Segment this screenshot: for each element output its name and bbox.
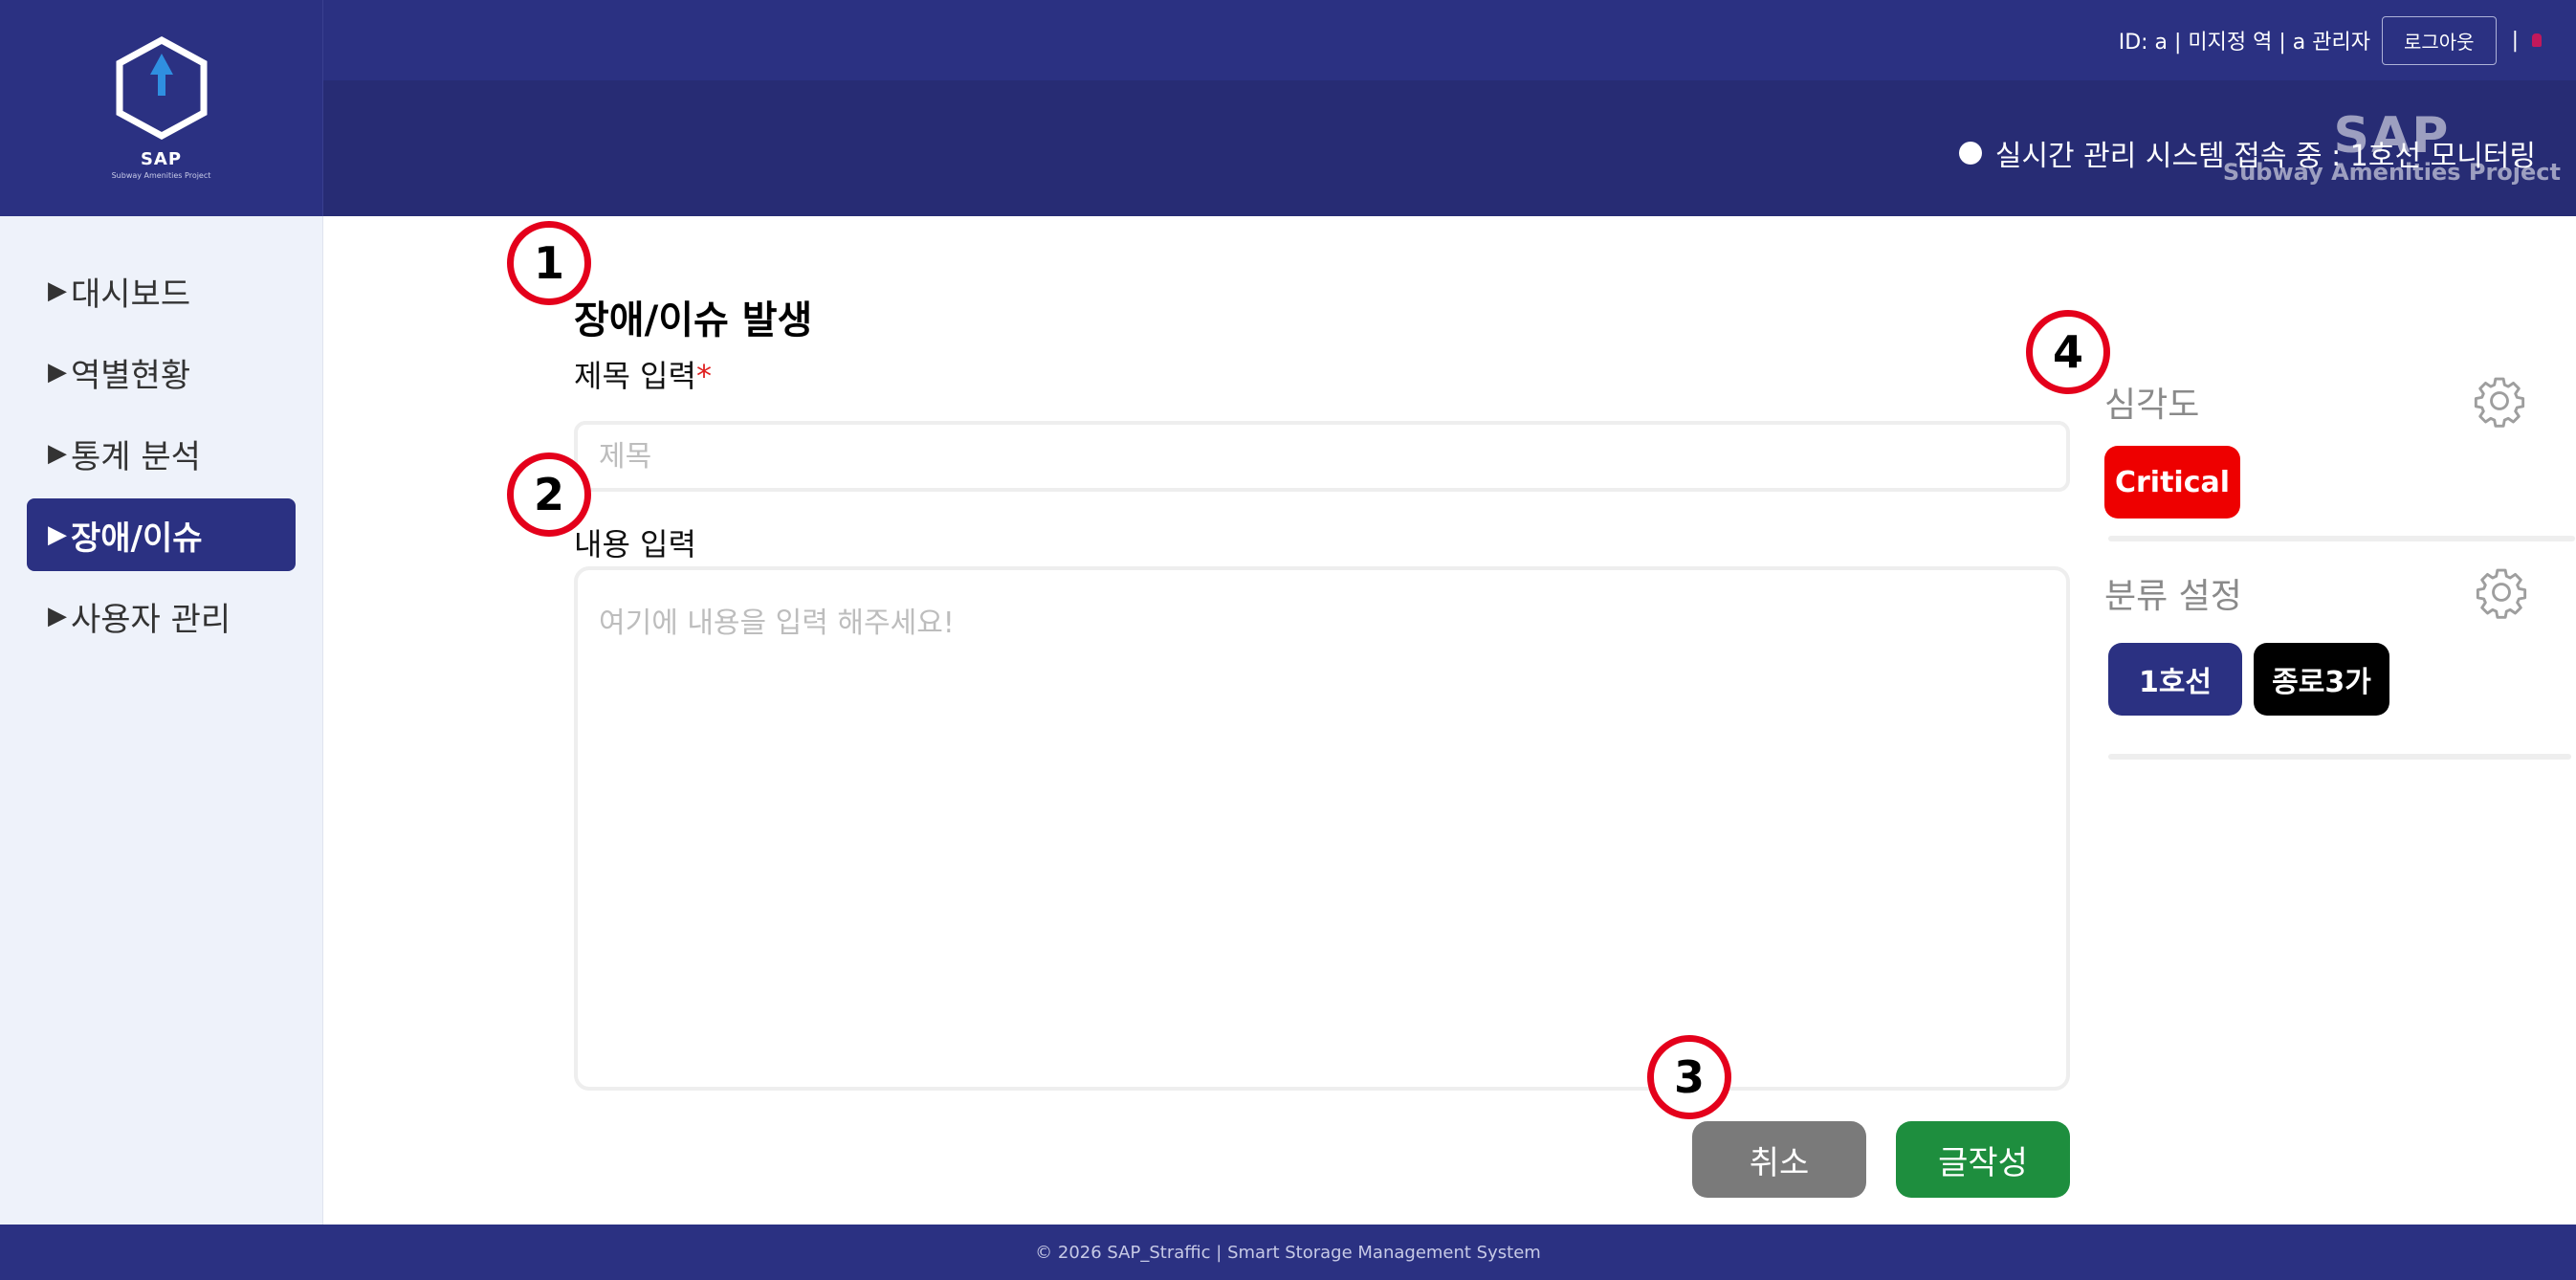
footer: © 2026 SAP_Straffic | Smart Storage Mana… <box>0 1225 2576 1280</box>
main-content: 1 장애/이슈 발생 제목 입력* 2 내용 입력 3 취소 글작성 4 심각도… <box>323 216 2576 1225</box>
category-tag-station[interactable]: 종로3가 <box>2254 643 2389 716</box>
title-label-text: 제목 입력 <box>574 358 696 394</box>
severity-heading: 심각도 <box>2104 386 2200 425</box>
brand-name: SAP <box>140 149 183 169</box>
logout-button[interactable]: 로그아웃 <box>2381 15 2497 65</box>
severity-gear-icon[interactable] <box>2472 373 2527 429</box>
sidebar-item-station-status[interactable]: ▶ 역별현황 <box>27 336 296 408</box>
page-title: 장애/이슈 발생 <box>574 298 813 342</box>
triangle-right-icon: ▶ <box>48 358 67 386</box>
sidebar-item-dashboard[interactable]: ▶ 대시보드 <box>27 254 296 327</box>
top-bar: ID: a | 미지정 역 | a 관리자 로그아웃 | <box>323 0 2576 80</box>
required-mark: * <box>695 358 712 394</box>
status-bar: SAP Subway Amenities Project 실시간 관리 시스템 … <box>323 80 2576 216</box>
topbar-separator: | <box>2511 28 2519 53</box>
submit-button[interactable]: 글작성 <box>1896 1121 2070 1198</box>
sap-logo-icon <box>116 36 207 140</box>
sidebar: ▶ 대시보드 ▶ 역별현황 ▶ 통계 분석 ▶ 장애/이슈 ▶ 사용자 관리 <box>0 216 323 1225</box>
sidebar-item-label: 사용자 관리 <box>71 600 231 639</box>
content-textarea[interactable] <box>574 566 2070 1091</box>
connection-status: 실시간 관리 시스템 접속 중 : 1호선 모니터링 <box>1958 132 2536 174</box>
step-marker-3: 3 <box>1647 1035 1731 1119</box>
triangle-right-icon: ▶ <box>48 602 67 630</box>
footer-text: © 2026 SAP_Straffic | Smart Storage Mana… <box>1035 1242 1541 1263</box>
user-info: ID: a | 미지정 역 | a 관리자 <box>2118 31 2370 55</box>
title-input[interactable] <box>574 421 2070 492</box>
triangle-right-icon: ▶ <box>48 520 67 549</box>
category-heading: 분류 설정 <box>2104 577 2242 616</box>
triangle-right-icon: ▶ <box>48 276 67 305</box>
cancel-button[interactable]: 취소 <box>1692 1121 1866 1198</box>
severity-critical-chip[interactable]: Critical <box>2104 446 2240 519</box>
category-gear-icon[interactable] <box>2474 564 2529 620</box>
user-icon[interactable] <box>2532 33 2542 47</box>
sidebar-item-statistics[interactable]: ▶ 통계 분석 <box>27 417 296 490</box>
status-text: 실시간 관리 시스템 접속 중 : 1호선 모니터링 <box>1994 140 2536 173</box>
sidebar-item-label: 통계 분석 <box>71 437 201 476</box>
sidebar-item-label: 장애/이슈 <box>71 519 203 558</box>
sidebar-item-label: 대시보드 <box>71 275 191 314</box>
sidebar-item-issues[interactable]: ▶ 장애/이슈 <box>27 498 296 571</box>
brand-subtitle: Subway Amenities Project <box>111 171 211 180</box>
content-field-label: 내용 입력 <box>574 526 696 563</box>
triangle-right-icon: ▶ <box>48 439 67 468</box>
panel-divider <box>2108 536 2575 541</box>
panel-divider <box>2108 754 2571 760</box>
sidebar-item-user-management[interactable]: ▶ 사용자 관리 <box>27 580 296 652</box>
status-dot-icon <box>1958 142 1982 165</box>
title-field-label: 제목 입력* <box>574 352 712 396</box>
category-tag-line[interactable]: 1호선 <box>2108 643 2242 716</box>
logo-block[interactable]: SAP Subway Amenities Project <box>0 0 323 216</box>
step-marker-4: 4 <box>2026 310 2110 394</box>
sidebar-item-label: 역별현황 <box>71 356 191 395</box>
